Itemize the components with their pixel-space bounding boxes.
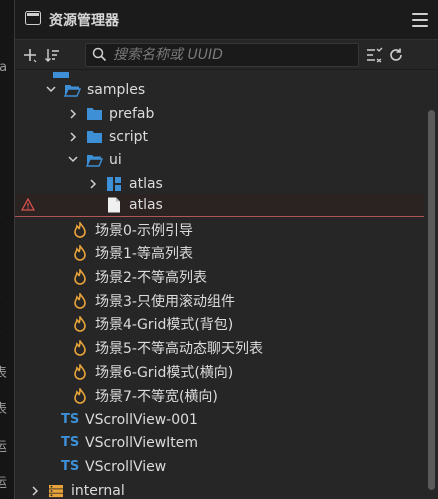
scene-icon [71, 268, 89, 285]
tree-row-atlas-folder[interactable]: atlas [15, 172, 425, 195]
tree-item-label: 场景6-Grid模式(横向) [95, 364, 234, 381]
tree-item-label: atlas [129, 175, 163, 192]
tree-item-label: samples [87, 81, 146, 98]
folder-open-icon [63, 82, 81, 98]
scene-icon [71, 292, 89, 309]
tree-item-label: 场景5-不等高动态聊天列表 [95, 340, 263, 357]
tree-item-label: 场景7-不等宽(横向) [95, 388, 218, 405]
tree-row-atlas-file[interactable]: atlas [15, 194, 425, 217]
panel-header: 资源管理器 [15, 0, 438, 40]
left-fragment: 运 [0, 440, 8, 455]
tree-row-ui[interactable]: ui [15, 148, 425, 171]
tree-row-scene[interactable]: 场景1-等高列表 [15, 241, 425, 264]
tree-row-internal[interactable]: internal [15, 479, 425, 499]
tree-row-scene[interactable]: 场景6-Grid模式(横向) [15, 360, 425, 383]
vertical-scrollbar[interactable] [424, 72, 438, 499]
tree-item-label: 场景3-只使用滚动组件 [95, 293, 235, 310]
tree-item-label: 场景0-示例引导 [95, 222, 193, 239]
left-fragment: s [0, 323, 1, 338]
refresh-icon[interactable] [385, 44, 407, 66]
tree-item-label: VScrollViewItem [85, 434, 199, 451]
chevron-right-icon[interactable] [87, 178, 99, 190]
chevron-down-icon[interactable] [45, 84, 57, 96]
chevron-right-icon[interactable] [29, 485, 41, 497]
left-fragment: ta [0, 60, 8, 75]
database-icon [47, 483, 65, 499]
asset-manager-panel: 资源管理器 samples [14, 0, 438, 499]
tree-item-label: script [109, 128, 149, 145]
panel-icon [25, 10, 41, 29]
folder-icon [85, 129, 103, 145]
tree-row-scene[interactable]: 场景0-示例引导 [15, 218, 425, 241]
scene-icon [71, 244, 89, 261]
folder-icon [85, 106, 103, 122]
folder-open-icon [85, 152, 103, 168]
asset-tree: samples prefab script ui atlas atlas 场景0… [15, 72, 425, 499]
tree-item-label: prefab [109, 105, 155, 122]
sort-icon[interactable] [41, 44, 63, 66]
tree-row-ts-file[interactable]: TS VScrollView-001 [15, 408, 425, 431]
warning-icon [20, 197, 36, 215]
left-fragment: 表 [0, 366, 8, 381]
filter-list-icon[interactable] [363, 44, 385, 66]
tree-item-label: VScrollView [85, 458, 167, 475]
tree-row-scene[interactable]: 场景7-不等宽(横向) [15, 384, 425, 407]
tree-row-prefab[interactable]: prefab [15, 102, 425, 125]
tree-item-label: 场景2-不等高列表 [95, 269, 207, 286]
chevron-down-icon[interactable] [67, 154, 79, 166]
left-fragment: s [0, 208, 1, 223]
tree-item-label: 场景1-等高列表 [95, 245, 193, 262]
tree-item-label: VScrollView-001 [85, 411, 198, 428]
chevron-right-icon[interactable] [67, 108, 79, 120]
scene-icon [71, 315, 89, 332]
file-icon [105, 197, 123, 213]
left-fragment: 运 [0, 476, 8, 491]
tree-item-label: atlas [129, 197, 163, 213]
search-input[interactable] [113, 46, 353, 63]
search-field[interactable] [85, 42, 359, 67]
toolbar [15, 40, 438, 70]
typescript-icon: TS [61, 459, 80, 474]
tree-row-ts-file[interactable]: TS VScrollViewItem [15, 431, 425, 454]
search-icon [92, 47, 107, 62]
panel-title: 资源管理器 [49, 12, 119, 29]
tree-item-label: 场景4-Grid模式(背包) [95, 316, 234, 333]
add-icon[interactable] [19, 44, 41, 66]
tree-item-label: internal [71, 482, 125, 499]
left-fragment: s [0, 288, 1, 303]
tree-row-scene[interactable]: 场景5-不等高动态聊天列表 [15, 336, 425, 359]
scene-icon [71, 339, 89, 356]
scrollbar-thumb[interactable] [428, 110, 435, 490]
tree-row-scene[interactable]: 场景3-只使用滚动组件 [15, 289, 425, 312]
scene-icon [71, 363, 89, 380]
typescript-icon: TS [61, 435, 80, 450]
menu-icon[interactable] [412, 12, 428, 27]
tree-item-label: ui [109, 151, 122, 168]
chevron-right-icon[interactable] [67, 131, 79, 143]
tree-row-ts-file[interactable]: TS VScrollView [15, 455, 425, 478]
tree-row-script[interactable]: script [15, 125, 425, 148]
atlas-icon [105, 176, 123, 192]
scene-icon [71, 387, 89, 404]
scene-icon [71, 221, 89, 238]
tree-row-samples[interactable]: samples [15, 78, 425, 101]
left-panel-strip: ta s s s s 表 表 运 运 [0, 0, 14, 499]
left-fragment: 表 [0, 402, 8, 417]
tree-row-scene[interactable]: 场景4-Grid模式(背包) [15, 312, 425, 335]
left-fragment: s [0, 254, 1, 269]
typescript-icon: TS [61, 412, 80, 427]
tree-row-scene[interactable]: 场景2-不等高列表 [15, 265, 425, 288]
